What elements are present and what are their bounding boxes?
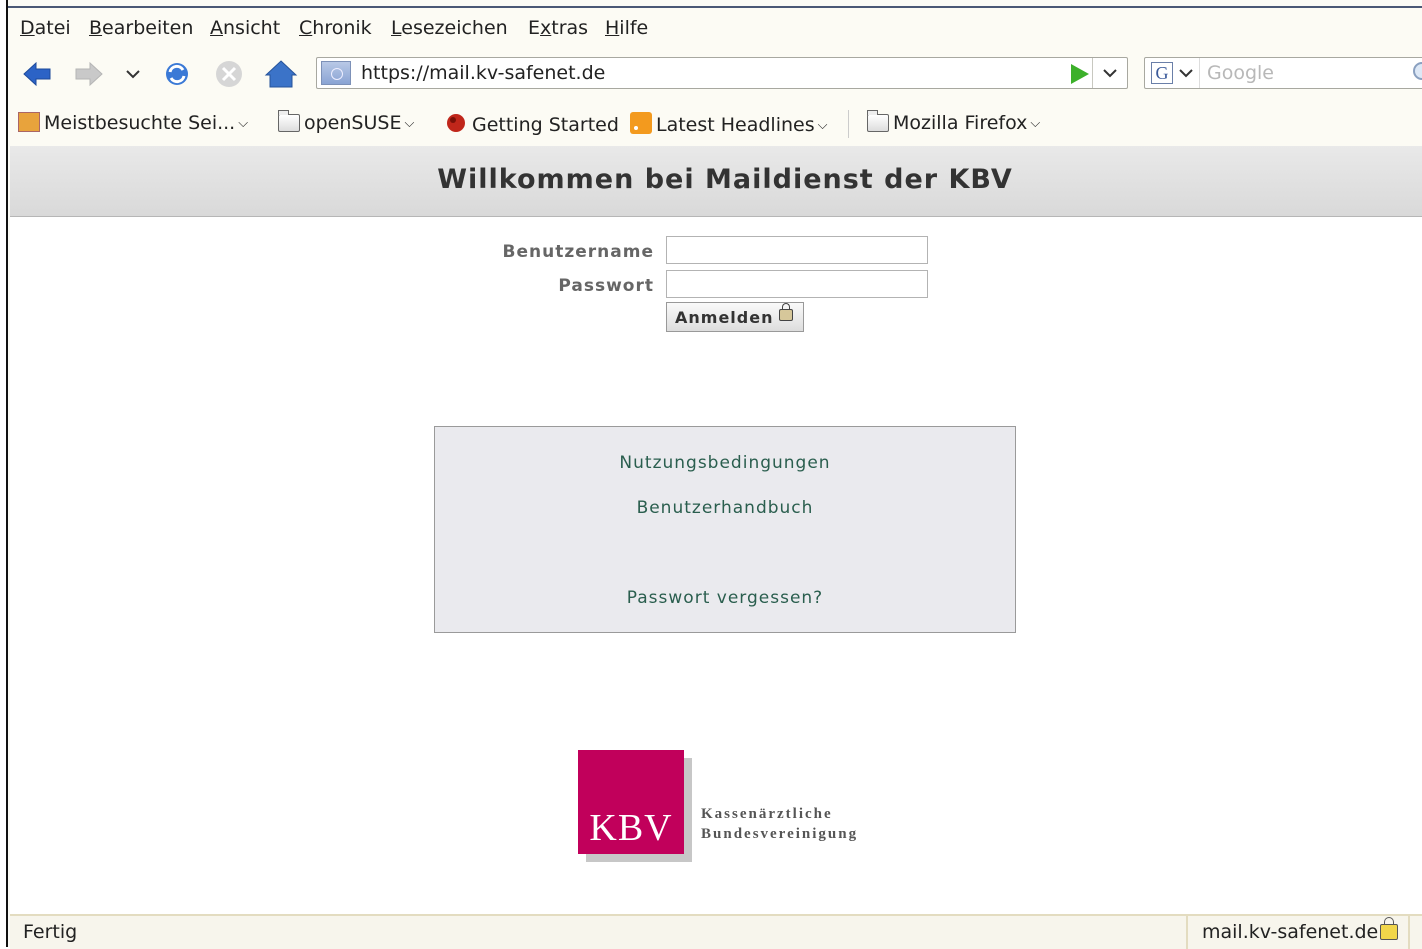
search-input[interactable]: Google <box>1207 62 1274 84</box>
stop-icon <box>216 61 242 87</box>
menu-bar: Datei Bearbeiten Ansicht Chronik Lesezei… <box>10 8 1422 48</box>
menu-datei[interactable]: Datei <box>20 17 71 39</box>
logo-text-line1: Kassenärztliche <box>701 806 833 822</box>
kbv-logo: KBV Kassenärztliche Bundesvereinigung <box>578 750 908 865</box>
home-icon <box>264 60 298 88</box>
back-button[interactable] <box>20 58 54 90</box>
bookmarks-toolbar: Meistbesuchte Sei... ⌵ openSUSE ⌵ Getting … <box>10 100 1422 146</box>
username-label: Benutzername <box>502 242 654 262</box>
status-text: Fertig <box>23 921 78 943</box>
forward-arrow-icon <box>75 61 103 87</box>
history-dropdown-button[interactable] <box>122 58 144 90</box>
chevron-down-icon: ⌵ <box>404 116 415 131</box>
bookmark-getting-started[interactable]: Getting Started <box>444 112 619 136</box>
reload-icon <box>166 63 188 85</box>
navigation-toolbar: https://mail.kv-safenet.de G Google <box>10 48 1422 100</box>
stop-button[interactable] <box>212 58 246 90</box>
url-bar[interactable]: https://mail.kv-safenet.de <box>316 57 1128 89</box>
forward-button[interactable] <box>72 58 106 90</box>
back-arrow-icon <box>23 61 51 87</box>
manual-link[interactable]: Benutzerhandbuch <box>435 498 1015 518</box>
title-band: Willkommen bei Maildienst der KBV <box>10 146 1422 217</box>
menu-bearbeiten[interactable]: Bearbeiten <box>89 17 193 39</box>
menu-ansicht[interactable]: Ansicht <box>210 17 280 39</box>
chevron-down-icon: ⌵ <box>238 116 249 131</box>
status-divider <box>1408 916 1410 949</box>
search-box[interactable]: G Google <box>1144 57 1422 89</box>
logo-letters: KBV <box>589 807 673 849</box>
password-label: Passwort <box>558 276 654 296</box>
chevron-down-icon <box>1179 69 1193 78</box>
lock-icon <box>779 303 793 321</box>
search-icon[interactable] <box>1413 62 1422 80</box>
chevron-down-icon: ⌵ <box>1030 116 1041 131</box>
menu-lesezeichen[interactable]: Lesezeichen <box>391 17 508 39</box>
most-visited-icon <box>18 112 40 132</box>
browser-window: Datei Bearbeiten Ansicht Chronik Lesezei… <box>0 0 1422 949</box>
rss-icon <box>630 112 652 134</box>
reload-button[interactable] <box>160 58 194 90</box>
logo-text-line2: Bundesvereinigung <box>701 826 859 842</box>
page-content: Willkommen bei Maildienst der KBV Benutz… <box>10 146 1422 914</box>
username-input[interactable] <box>666 236 928 264</box>
status-bar: Fertig mail.kv-safenet.de <box>10 914 1422 949</box>
menu-extras[interactable]: Extras <box>528 17 588 39</box>
forgot-password-link[interactable]: Passwort vergessen? <box>435 588 1015 608</box>
google-icon: G <box>1151 62 1173 84</box>
login-button-label: Anmelden <box>675 307 774 327</box>
terms-link[interactable]: Nutzungsbedingungen <box>435 453 1015 473</box>
site-identity-icon[interactable] <box>321 61 351 85</box>
chevron-down-icon <box>126 70 140 79</box>
status-site[interactable]: mail.kv-safenet.de <box>1202 921 1378 943</box>
chevron-down-icon: ⌵ <box>817 118 828 133</box>
links-box: Nutzungsbedingungen Benutzerhandbuch Pas… <box>434 426 1016 633</box>
folder-icon <box>278 110 300 132</box>
page-title: Willkommen bei Maildienst der KBV <box>437 164 1013 195</box>
menu-chronik[interactable]: Chronik <box>299 17 372 39</box>
login-button[interactable]: Anmelden <box>666 302 804 332</box>
window-left-border <box>0 0 8 947</box>
lock-icon[interactable] <box>1380 917 1398 940</box>
chevron-down-icon <box>1103 69 1117 78</box>
folder-icon <box>867 110 889 132</box>
bookmark-separator <box>848 110 849 138</box>
password-input[interactable] <box>666 270 928 298</box>
status-divider <box>1186 916 1188 949</box>
firefox-icon <box>447 114 465 132</box>
bookmark-mozilla-firefox[interactable]: Mozilla Firefox ⌵ <box>867 110 1041 134</box>
bookmark-most-visited[interactable]: Meistbesuchte Sei... ⌵ <box>18 112 248 134</box>
url-text[interactable]: https://mail.kv-safenet.de <box>361 62 605 84</box>
url-dropdown-button[interactable] <box>1092 58 1127 88</box>
bookmark-opensuse[interactable]: openSUSE ⌵ <box>278 110 415 134</box>
search-engine-button[interactable]: G <box>1145 58 1200 88</box>
go-icon[interactable] <box>1071 64 1089 84</box>
bookmark-latest-headlines[interactable]: Latest Headlines ⌵ <box>630 112 827 136</box>
menu-hilfe[interactable]: Hilfe <box>605 17 648 39</box>
home-button[interactable] <box>264 58 298 90</box>
